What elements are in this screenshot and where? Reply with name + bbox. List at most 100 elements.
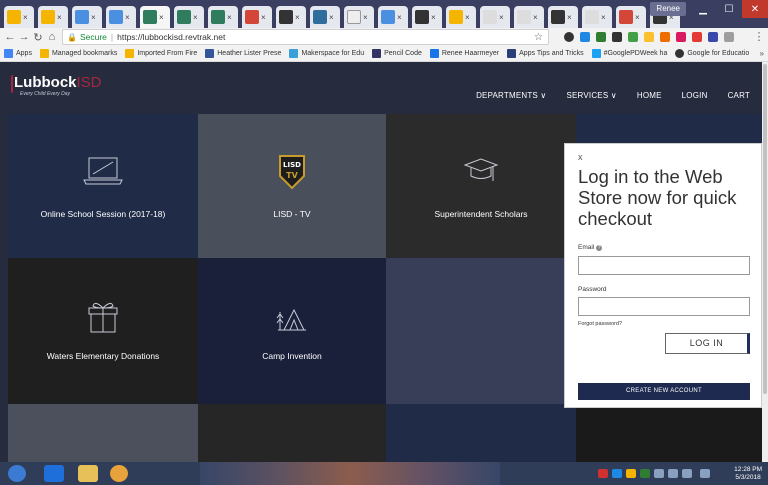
password-field[interactable] xyxy=(578,297,750,316)
folder-icon xyxy=(39,49,49,58)
tray-icon[interactable] xyxy=(640,469,650,478)
address-bar[interactable]: 🔒 Secure | https://lubbockisd.revtrak.ne… xyxy=(62,29,549,45)
bookmark-item[interactable]: Google for Educatio xyxy=(675,49,749,58)
tile-superintendent-scholars[interactable]: Superintendent Scholars xyxy=(386,114,576,258)
minimize-icon[interactable]: ▁ xyxy=(690,0,716,18)
browser-tab[interactable]: × xyxy=(548,6,578,28)
nav-departments[interactable]: DEPARTMENTS ∨ xyxy=(476,91,546,100)
login-button[interactable]: LOG IN xyxy=(665,333,750,354)
browser-tab[interactable]: × xyxy=(174,6,204,28)
tile-partial[interactable] xyxy=(8,404,198,462)
browser-tab[interactable]: × xyxy=(310,6,340,28)
forward-icon[interactable]: → xyxy=(17,31,31,43)
menu-icon[interactable]: ⋮ xyxy=(752,30,766,43)
tray-icon[interactable] xyxy=(626,469,636,478)
window-controls: ▁ ☐ ✕ xyxy=(690,0,768,18)
svg-text:TV: TV xyxy=(286,171,298,180)
maximize-icon[interactable]: ☐ xyxy=(716,0,742,18)
extension-icon[interactable] xyxy=(660,32,670,42)
nav-home[interactable]: HOME xyxy=(637,91,662,100)
tile-partial[interactable] xyxy=(576,408,762,462)
browser-tab[interactable]: × xyxy=(344,6,374,28)
tile-empty[interactable] xyxy=(386,258,576,404)
nav-login[interactable]: LOGIN xyxy=(682,91,708,100)
extension-icon[interactable] xyxy=(724,32,734,42)
tray-icon[interactable] xyxy=(598,469,608,478)
nav-services[interactable]: SERVICES ∨ xyxy=(566,91,616,100)
secure-label: Secure xyxy=(79,32,107,42)
bookmark-item[interactable]: Heather Lister Prese xyxy=(205,49,281,58)
bookmark-item[interactable]: Imported From Fire xyxy=(125,49,197,58)
browser-tab[interactable]: × xyxy=(412,6,442,28)
browser-tab[interactable]: × xyxy=(514,6,544,28)
volume-icon[interactable] xyxy=(668,469,678,478)
bookmark-star-icon[interactable]: ☆ xyxy=(534,32,543,43)
browser-tab[interactable]: × xyxy=(72,6,102,28)
start-button[interactable] xyxy=(8,465,26,482)
browser-tab[interactable]: × xyxy=(4,6,34,28)
site-logo[interactable]: LubbockISD Every Child Every Day xyxy=(11,74,102,97)
tile-partial[interactable] xyxy=(386,404,576,462)
tab-favicon-icon xyxy=(483,10,497,24)
profile-button[interactable]: Renee xyxy=(650,2,686,16)
browser-tab[interactable]: × xyxy=(378,6,408,28)
network-icon[interactable] xyxy=(654,469,664,478)
login-popup: x Log in to the Web Store now for quick … xyxy=(564,143,762,408)
close-window-icon[interactable]: ✕ xyxy=(742,0,768,18)
tile-partial[interactable] xyxy=(576,114,762,144)
forgot-password-link[interactable]: Forgot password? xyxy=(578,321,622,327)
action-center-icon[interactable] xyxy=(700,469,710,478)
tile-lisd-tv[interactable]: LISD TV LISD - TV xyxy=(198,114,386,258)
extension-icon[interactable] xyxy=(596,32,606,42)
home-icon[interactable]: ⌂ xyxy=(45,31,59,43)
tab-close-icon[interactable]: × xyxy=(23,13,28,22)
browser-tab[interactable]: × xyxy=(582,6,612,28)
extension-icon[interactable] xyxy=(628,32,638,42)
email-field[interactable] xyxy=(578,256,750,275)
system-clock[interactable]: 12:28 PM 5/3/2018 xyxy=(734,466,762,482)
bookmark-apps[interactable]: Apps xyxy=(4,49,32,58)
browser-tab[interactable]: × xyxy=(208,6,238,28)
browser-tab[interactable]: × xyxy=(446,6,476,28)
browser-tab[interactable]: × xyxy=(106,6,136,28)
makerspace-icon xyxy=(289,49,299,58)
tab-favicon-icon xyxy=(177,10,191,24)
bookmark-item[interactable]: Renee Haarmeyer xyxy=(429,49,499,58)
tray-icon[interactable] xyxy=(612,469,622,478)
scrollbar-thumb[interactable] xyxy=(763,64,767,394)
tile-waters-elementary[interactable]: Waters Elementary Donations xyxy=(8,258,198,404)
tile-partial[interactable] xyxy=(198,404,386,462)
reload-icon[interactable]: ↻ xyxy=(31,31,45,44)
extension-icon[interactable] xyxy=(692,32,702,42)
close-popup-button[interactable]: x xyxy=(578,152,583,162)
nav-cart[interactable]: CART xyxy=(728,91,750,100)
browser-tab-active[interactable]: × xyxy=(140,6,170,28)
browser-tab[interactable]: × xyxy=(616,6,646,28)
extension-icon[interactable] xyxy=(644,32,654,42)
browser-tab[interactable]: × xyxy=(276,6,306,28)
extension-icon[interactable] xyxy=(580,32,590,42)
back-icon[interactable]: ← xyxy=(3,31,17,43)
bookmark-item[interactable]: Pencil Code xyxy=(372,49,422,58)
bookmark-item[interactable]: Apps Tips and Tricks xyxy=(507,49,584,58)
page-scrollbar[interactable] xyxy=(762,62,768,462)
file-explorer-icon[interactable] xyxy=(78,465,98,482)
laptop-icon xyxy=(83,157,123,185)
extension-icon[interactable] xyxy=(612,32,622,42)
bookmark-item[interactable]: #GooglePDWeek ha xyxy=(591,49,667,58)
more-bookmarks-icon[interactable]: » xyxy=(760,49,764,58)
tile-online-school[interactable]: Online School Session (2017-18) xyxy=(8,114,198,258)
create-account-button[interactable]: CREATE NEW ACCOUNT xyxy=(578,383,750,400)
bookmark-item[interactable]: Managed bookmarks xyxy=(39,49,117,58)
browser-tab[interactable]: × xyxy=(38,6,68,28)
extension-icon[interactable] xyxy=(564,32,574,42)
browser-tab[interactable]: × xyxy=(242,6,272,28)
taskbar-app-icon[interactable] xyxy=(44,465,64,482)
tile-camp-invention[interactable]: Camp Invention xyxy=(198,258,386,404)
extension-icon[interactable] xyxy=(676,32,686,42)
flag-icon[interactable] xyxy=(682,469,692,478)
browser-tab[interactable]: × xyxy=(480,6,510,28)
extension-icon[interactable] xyxy=(708,32,718,42)
bookmark-item[interactable]: Makerspace for Edu xyxy=(289,49,364,58)
chrome-icon[interactable] xyxy=(110,465,128,482)
